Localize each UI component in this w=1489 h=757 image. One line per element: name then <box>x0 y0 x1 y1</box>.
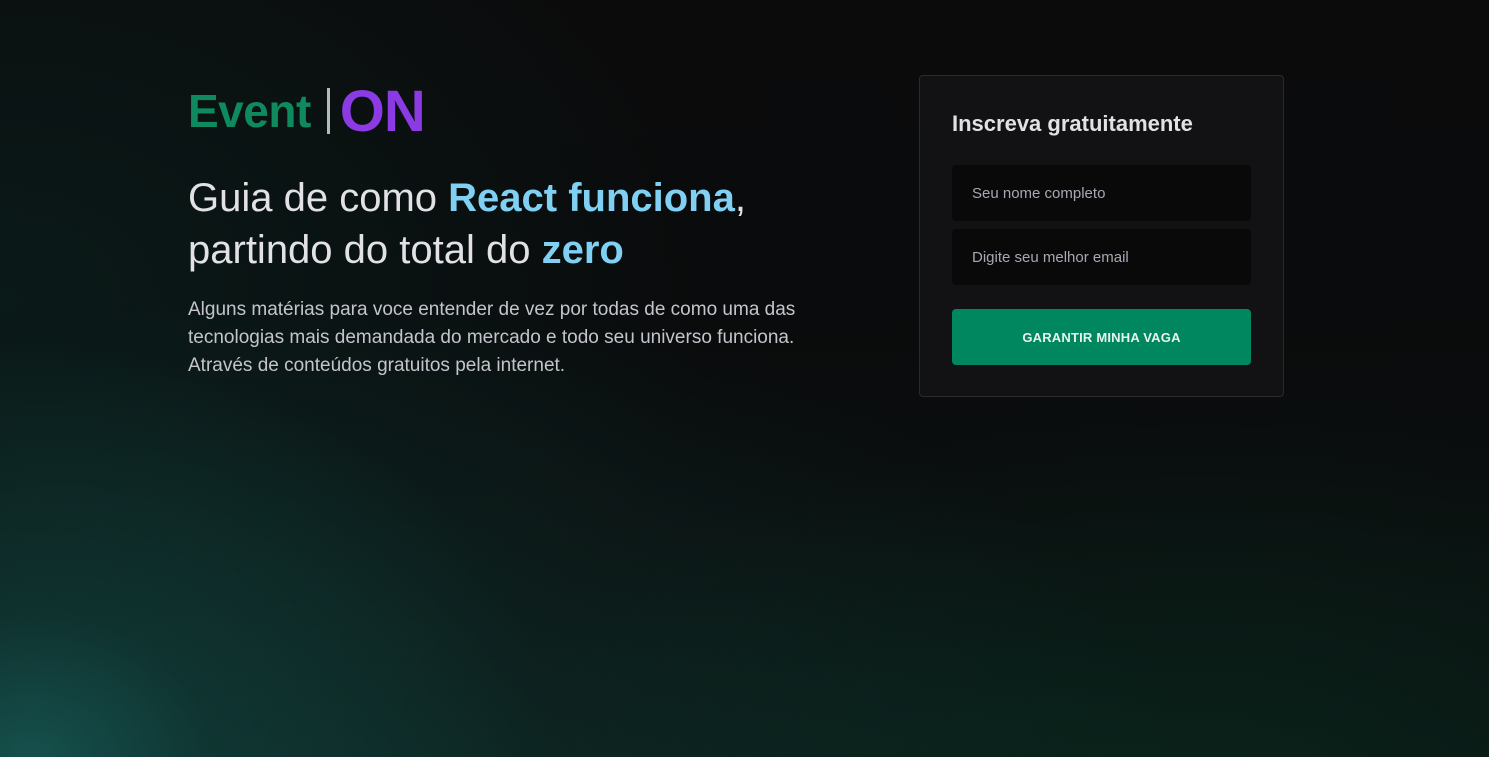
submit-button[interactable]: GARANTIR MINHA VAGA <box>952 309 1251 365</box>
headline-highlight-zero: zero <box>541 228 624 272</box>
logo-divider <box>326 88 330 134</box>
hero-headline: Guia de como React funciona, partindo do … <box>188 172 848 276</box>
logo-event-text: Event <box>188 85 311 137</box>
headline-text-1: Guia de como <box>188 176 449 220</box>
signup-card: Inscreva gratuitamente GARANTIR MINHA VA… <box>919 75 1284 397</box>
signup-title: Inscreva gratuitamente <box>952 111 1193 136</box>
hero-section: Event ON Guia de como React funciona, par… <box>188 79 848 380</box>
name-input[interactable] <box>952 165 1251 221</box>
hero-description: Alguns matérias para voce entender de ve… <box>188 299 796 376</box>
headline-highlight-react: React funciona <box>448 176 735 220</box>
headline-text-2: partindo do total do <box>188 228 542 272</box>
brand-logo: Event ON <box>188 79 848 144</box>
headline-comma: , <box>734 176 746 220</box>
logo-on-text: ON <box>339 78 426 144</box>
email-input[interactable] <box>952 229 1251 285</box>
